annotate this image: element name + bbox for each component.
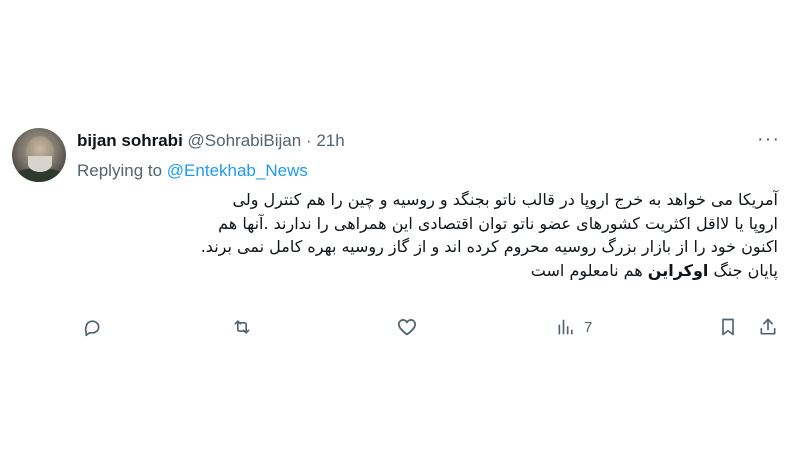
share-icon <box>758 317 778 337</box>
tweet-actions: 7 <box>74 312 784 342</box>
tweet[interactable]: bijan sohrabi @SohrabiBijan · 21h ··· Re… <box>10 122 790 362</box>
bookmark-icon <box>718 317 738 337</box>
more-options-icon[interactable]: ··· <box>757 129 780 149</box>
like-button[interactable] <box>396 312 426 342</box>
tweet-body-line-1: آمریکا می خواهد به خرج اروپا در قالب نات… <box>232 190 778 209</box>
tweet-body-bold-word[interactable]: اوکراین <box>648 261 709 280</box>
display-name[interactable]: bijan sohrabi <box>77 131 183 150</box>
tweet-header: bijan sohrabi @SohrabiBijan · 21h <box>77 130 345 152</box>
tweet-body: آمریکا می خواهد به خرج اروپا در قالب نات… <box>74 188 778 282</box>
tweet-body-line-4-start: پایان جنگ <box>713 260 778 280</box>
tweet-body-line-2: اروپا یا لااقل اکثریت کشورهای عضو ناتو ت… <box>218 213 778 233</box>
tweet-body-line-4-end: هم نامعلوم است <box>530 260 643 280</box>
avatar-beard <box>28 156 52 172</box>
tweet-body-line-4: پایان جنگ اوکراین هم نامعلوم است <box>74 259 778 283</box>
views-icon <box>556 317 576 337</box>
timestamp[interactable]: 21h <box>316 131 344 150</box>
avatar[interactable] <box>12 128 66 182</box>
reply-icon <box>82 317 102 337</box>
retweet-button[interactable] <box>232 312 260 342</box>
replying-to-line: Replying to @Entekhab_News <box>77 160 308 182</box>
replying-to-mention[interactable]: @Entekhab_News <box>167 161 308 180</box>
retweet-icon <box>232 317 252 337</box>
separator-dot: · <box>305 131 312 150</box>
heart-icon <box>396 316 418 338</box>
views-count: 7 <box>584 318 593 336</box>
bookmark-button[interactable] <box>718 312 738 342</box>
views-button[interactable]: 7 <box>556 312 592 342</box>
replying-to-label: Replying to <box>77 161 163 180</box>
tweet-body-line-3: اکنون خود را از بازار بزرگ روسیه محروم ک… <box>200 237 778 256</box>
user-handle[interactable]: @SohrabiBijan <box>188 131 302 150</box>
share-button[interactable] <box>758 312 778 342</box>
reply-button[interactable] <box>82 312 110 342</box>
